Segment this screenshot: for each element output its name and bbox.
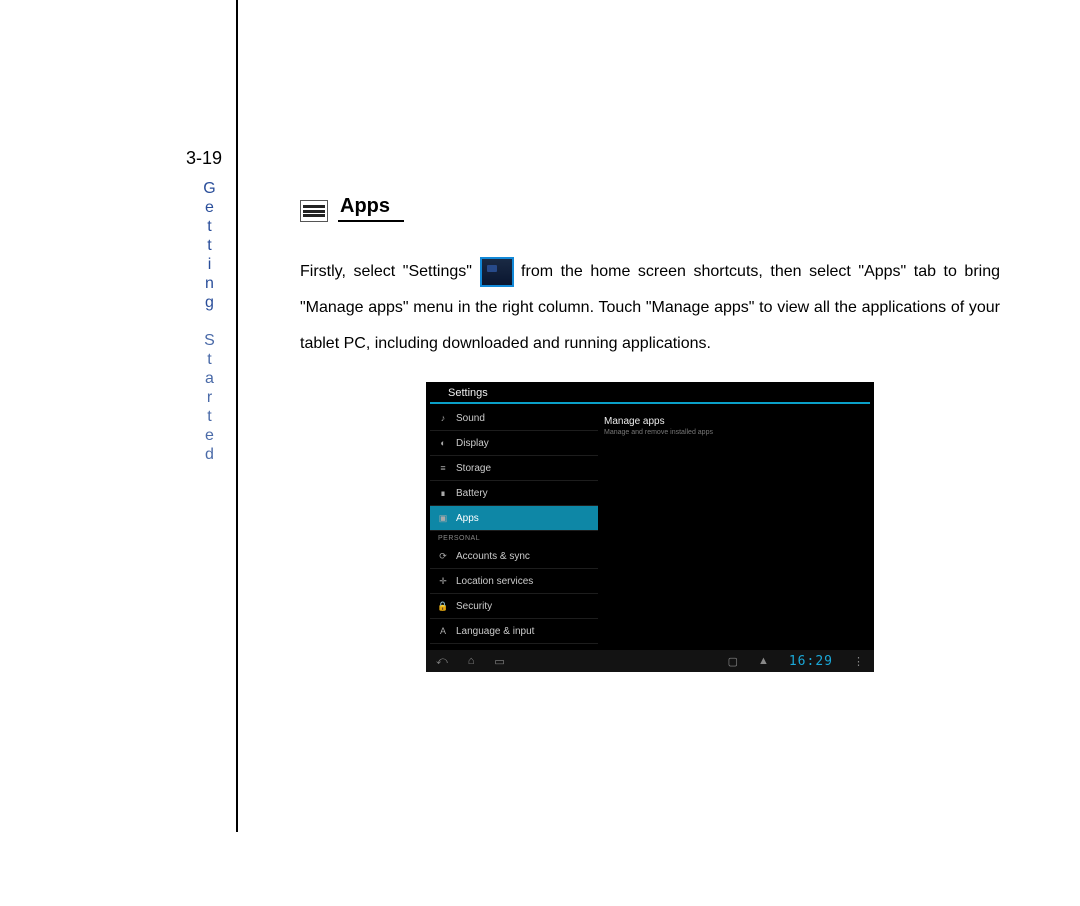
status-clock: 16:29 <box>789 654 833 669</box>
sidebar-item-backup[interactable]: ⟲Backup & reset <box>430 644 598 648</box>
manage-apps-subtitle: Manage and remove installed apps <box>604 429 868 436</box>
sidebar-item-display[interactable]: ◐ Display <box>430 431 598 456</box>
sidebar-item-language[interactable]: A Language & input <box>430 619 598 644</box>
settings-sidebar: ♪Sound ◐Display ≡Storage ∎Battery ▣Apps … <box>430 406 598 648</box>
status-image-icon: ▢ <box>728 655 738 668</box>
settings-screenshot: Settings ♪ Sound ◐ Display ≡ Storage ∎ Batte… <box>426 382 874 672</box>
section-heading: Apps <box>338 195 404 222</box>
sound-icon: ♪ <box>438 413 448 423</box>
sidebar-item-label: Sound <box>456 413 485 424</box>
sidebar-item-sound[interactable]: ♪ Sound <box>430 406 598 431</box>
sidebar-item-location[interactable]: ✛ Location services <box>430 569 598 594</box>
body-paragraph: Firstly, select "Settings" from the home… <box>300 254 1000 362</box>
sidebar-item-label: Display <box>456 438 489 449</box>
manage-apps-title[interactable]: Manage apps <box>604 416 868 427</box>
location-icon: ✛ <box>438 576 448 586</box>
heading-row: Apps <box>300 195 1000 222</box>
section-side-label: Getting Started <box>200 180 218 465</box>
nav-back-icon[interactable]: ⤺ <box>436 655 448 668</box>
sidebar-item-apps[interactable]: ▣ Apps <box>430 506 598 531</box>
system-nav-bar: ⤺ ⌂ ▭ ▢ ▲ 16:29 ⋮ <box>426 650 874 672</box>
sync-icon: ⟳ <box>438 551 448 561</box>
sidebar-item-label: Battery <box>456 488 488 499</box>
settings-detail-pane: Manage apps Manage and remove installed … <box>604 416 868 436</box>
screenshot-accent-line <box>430 402 870 404</box>
sidebar-item-label: Apps <box>456 513 479 524</box>
para-part-1: Firstly, select "Settings" <box>300 263 480 280</box>
sidebar-item-accounts[interactable]: ⟳ Accounts & sync <box>430 544 598 569</box>
sidebar-item-label: Location services <box>456 576 533 587</box>
language-icon: A <box>438 626 448 636</box>
status-extras-icon: ⋮ <box>853 655 864 668</box>
sidebar-section-personal: PERSONAL <box>430 531 598 544</box>
side-word-1: Getting <box>201 180 218 313</box>
apps-icon: ▣ <box>438 513 448 523</box>
screenshot-title: Settings <box>448 387 488 399</box>
side-word-2: Started <box>201 332 218 465</box>
settings-app-icon <box>480 257 514 287</box>
sidebar-item-label: Language & input <box>456 626 534 637</box>
sidebar-item-security[interactable]: 🔒 Security <box>430 594 598 619</box>
sidebar-item-label: Accounts & sync <box>456 551 530 562</box>
sidebar-item-label: Storage <box>456 463 491 474</box>
manual-page: 3-19 Getting Started Apps Firstly, selec… <box>0 0 1080 906</box>
battery-icon: ∎ <box>438 488 448 498</box>
storage-icon: ≡ <box>438 463 448 473</box>
sidebar-item-label: Security <box>456 601 492 612</box>
display-icon: ◐ <box>438 438 448 448</box>
apps-section-icon <box>300 200 328 222</box>
nav-recent-icon[interactable]: ▭ <box>494 655 504 668</box>
sidebar-item-storage[interactable]: ≡ Storage <box>430 456 598 481</box>
page-number: 3-19 <box>186 148 222 169</box>
sidebar-item-battery[interactable]: ∎ Battery <box>430 481 598 506</box>
status-warning-icon: ▲ <box>758 655 769 667</box>
nav-home-icon[interactable]: ⌂ <box>468 655 475 667</box>
lock-icon: 🔒 <box>438 601 448 611</box>
vertical-rule <box>236 0 238 832</box>
page-content: Apps Firstly, select "Settings" from the… <box>300 195 1000 672</box>
